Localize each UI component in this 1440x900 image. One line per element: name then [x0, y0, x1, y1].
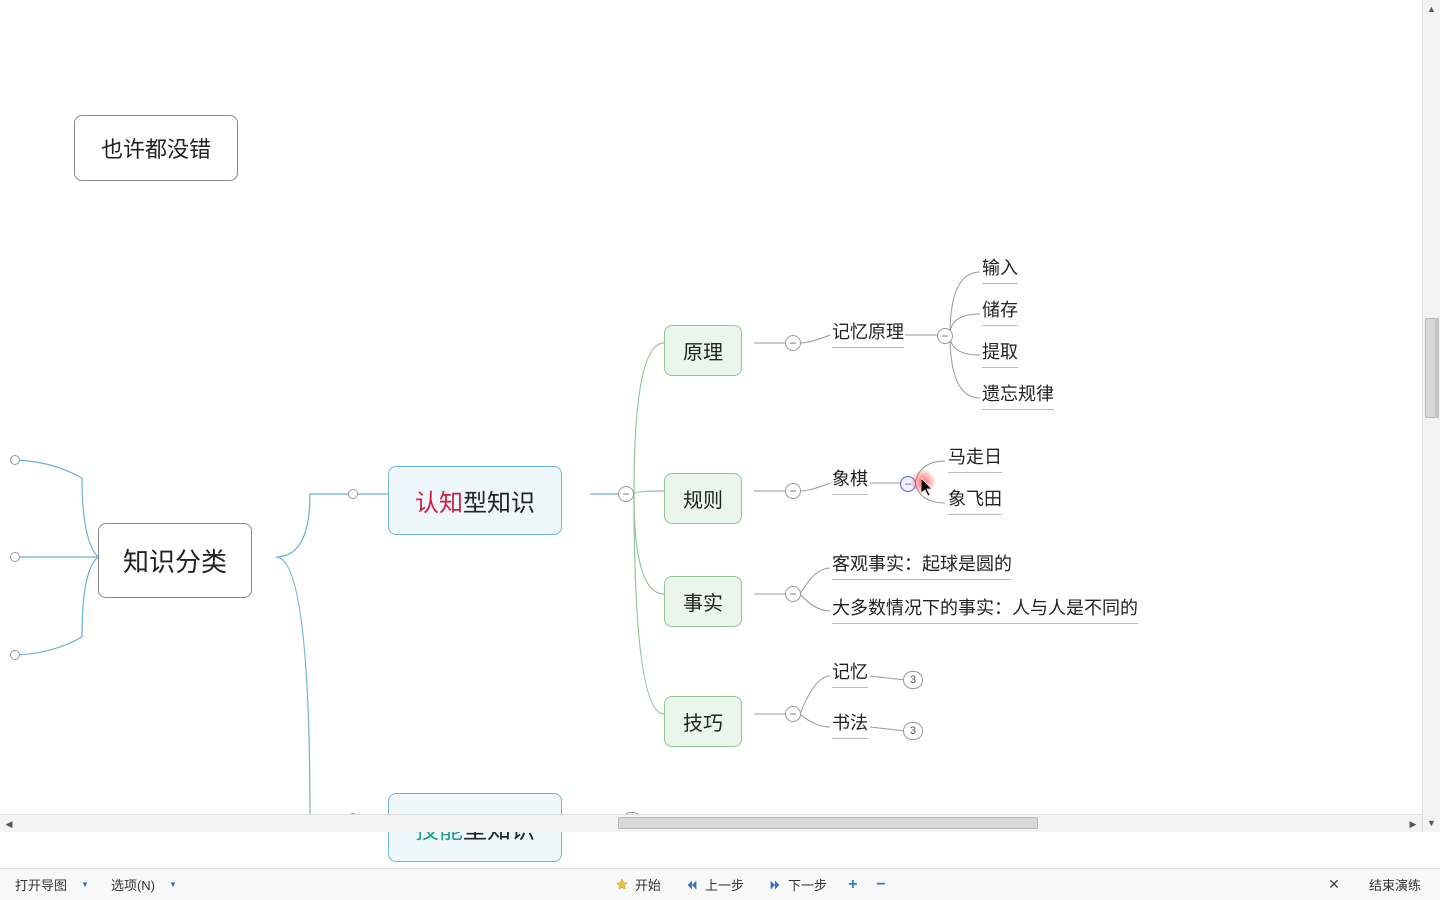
node-fact[interactable]: 事实 [664, 576, 742, 627]
floating-note[interactable]: 也许都没错 [74, 115, 238, 181]
leaf-elephant-move[interactable]: 象飞田 [948, 485, 1002, 515]
edge-dot [10, 455, 20, 465]
root-node[interactable]: 知识分类 [98, 523, 252, 598]
options-button[interactable]: 选项(N) ▼ [100, 872, 188, 898]
scroll-up-icon[interactable]: ▲ [1423, 0, 1440, 18]
toggle-cognitive[interactable]: − [618, 486, 634, 502]
dropdown-caret-icon: ▼ [81, 880, 89, 889]
leaf-memory-skill[interactable]: 记忆 [832, 658, 868, 688]
node-cognitive-knowledge[interactable]: 认知型知识 [388, 466, 562, 535]
leaf-memory-principle[interactable]: 记忆原理 [832, 318, 904, 348]
count-memory-skill[interactable]: 3 [903, 671, 923, 689]
toggle-memory-principle[interactable]: − [937, 328, 953, 344]
cognitive-suffix: 型知识 [463, 483, 535, 518]
close-icon: ✕ [1321, 876, 1347, 893]
node-rule[interactable]: 规则 [664, 473, 742, 524]
vertical-scrollbar[interactable]: ▲ ▼ [1422, 0, 1440, 832]
prev-button[interactable]: 上一步 [674, 872, 755, 898]
next-button[interactable]: 下一步 [757, 872, 838, 898]
toggle-fact[interactable]: − [785, 586, 801, 602]
floating-note-text: 也许都没错 [101, 132, 211, 164]
star-icon [615, 878, 629, 892]
start-button[interactable]: 开始 [604, 872, 672, 898]
cursor-icon [921, 478, 935, 498]
toggle-skill[interactable]: − [785, 706, 801, 722]
node-principle[interactable]: 原理 [664, 325, 742, 376]
dropdown-caret-icon: ▼ [169, 880, 177, 889]
leaf-objective-fact[interactable]: 客观事实：起球是圆的 [832, 550, 1012, 580]
zoom-in-button[interactable]: + [840, 872, 866, 898]
vertical-scrollbar-track[interactable] [1423, 18, 1440, 814]
playback-controls: 开始 上一步 下一步 + − [604, 872, 894, 898]
toggle-rule[interactable]: − [785, 483, 801, 499]
horizontal-scrollbar-thumb[interactable] [618, 817, 1038, 829]
toggle-principle[interactable]: − [785, 335, 801, 351]
leaf-general-fact[interactable]: 大多数情况下的事实：人与人是不同的 [832, 594, 1138, 624]
leaf-retrieve[interactable]: 提取 [982, 338, 1018, 368]
cognitive-prefix: 认知 [415, 483, 463, 518]
close-presentation-button[interactable]: ✕ [1310, 872, 1358, 898]
leaf-store[interactable]: 储存 [982, 296, 1018, 326]
prev-icon [685, 878, 699, 892]
leaf-chess[interactable]: 象棋 [832, 465, 868, 495]
zoom-out-button[interactable]: − [868, 872, 894, 898]
leaf-horse-move[interactable]: 马走日 [948, 443, 1002, 473]
scroll-right-icon[interactable]: ▶ [1404, 815, 1422, 832]
scroll-down-icon[interactable]: ▼ [1423, 814, 1440, 832]
next-icon [768, 878, 782, 892]
edge-dot [10, 650, 20, 660]
end-presentation-button[interactable]: 结束演练 [1358, 872, 1432, 898]
horizontal-scrollbar[interactable]: ◀ ▶ [0, 814, 1422, 832]
toggle-chess[interactable]: − [900, 476, 916, 492]
vertical-scroll-indicator [1435, 318, 1439, 418]
scroll-left-icon[interactable]: ◀ [0, 815, 18, 832]
leaf-forgetting-law[interactable]: 遗忘规律 [982, 380, 1054, 410]
presentation-toolbar: 打开导图 ▼ 选项(N) ▼ 开始 上一步 下一步 + − ✕ 结束演练 [0, 868, 1440, 900]
count-calligraphy[interactable]: 3 [903, 722, 923, 740]
horizontal-scrollbar-track[interactable] [18, 815, 1404, 832]
leaf-input[interactable]: 输入 [982, 254, 1018, 284]
leaf-calligraphy[interactable]: 书法 [832, 709, 868, 739]
node-skill[interactable]: 技巧 [664, 696, 742, 747]
edge-dot [348, 489, 358, 499]
open-map-button[interactable]: 打开导图 ▼ [4, 872, 100, 898]
root-label: 知识分类 [123, 542, 227, 579]
mindmap-canvas[interactable]: 也许都没错 知识分类 认知型知识 − 技能型知识 8 原理 − 规则 − 事实 … [0, 0, 1440, 832]
edge-dot [10, 552, 20, 562]
